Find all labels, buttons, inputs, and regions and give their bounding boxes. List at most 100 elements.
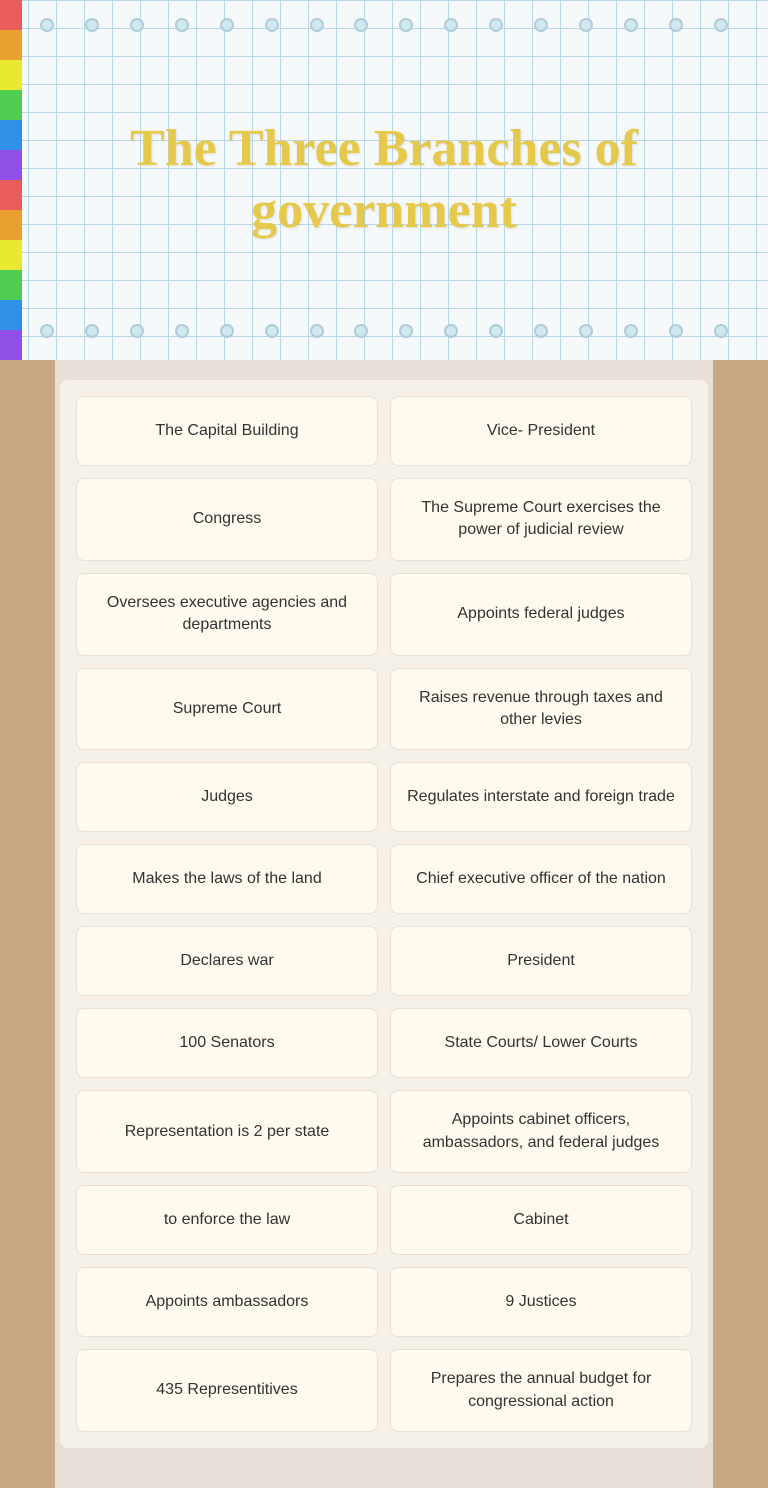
- card-text-1: The Capital Building: [155, 420, 298, 442]
- card-text-13: Declares war: [180, 950, 273, 972]
- header-dot-top: [354, 18, 368, 32]
- card-item-21[interactable]: Appoints ambassadors: [76, 1267, 378, 1337]
- card-text-2: Vice- President: [487, 420, 595, 442]
- header-dot-bottom: [85, 324, 99, 338]
- card-text-16: State Courts/ Lower Courts: [445, 1032, 638, 1054]
- header-dot-top: [624, 18, 638, 32]
- page-title: The Three Branches of government: [0, 118, 768, 243]
- card-text-6: Appoints federal judges: [457, 603, 624, 625]
- header-dot-top: [579, 18, 593, 32]
- card-text-3: Congress: [193, 508, 261, 530]
- strip-9: [0, 240, 22, 270]
- card-item-10[interactable]: Regulates interstate and foreign trade: [390, 762, 692, 832]
- header-dot-top: [40, 18, 54, 32]
- strip-8: [0, 210, 22, 240]
- card-item-6[interactable]: Appoints federal judges: [390, 573, 692, 656]
- header-dot-bottom: [130, 324, 144, 338]
- card-item-13[interactable]: Declares war: [76, 926, 378, 996]
- header-dot-top: [669, 18, 683, 32]
- header-dot-top: [444, 18, 458, 32]
- card-item-14[interactable]: President: [390, 926, 692, 996]
- header-dot-bottom: [534, 324, 548, 338]
- card-item-22[interactable]: 9 Justices: [390, 1267, 692, 1337]
- header-dot-top: [714, 18, 728, 32]
- card-text-21: Appoints ambassadors: [146, 1291, 309, 1313]
- card-text-18: Appoints cabinet officers, ambassadors, …: [407, 1109, 675, 1154]
- strip-2: [0, 30, 22, 60]
- header-dot-top: [265, 18, 279, 32]
- card-text-5: Oversees executive agencies and departme…: [93, 592, 361, 637]
- dots-bottom-row: [40, 324, 728, 338]
- header-dot-bottom: [399, 324, 413, 338]
- header-dot-bottom: [579, 324, 593, 338]
- card-item-1[interactable]: The Capital Building: [76, 396, 378, 466]
- header-dot-top: [489, 18, 503, 32]
- header-dot-bottom: [714, 324, 728, 338]
- strip-7: [0, 180, 22, 210]
- header-dot-top: [534, 18, 548, 32]
- content-section: The Capital Building Vice- President Congr…: [0, 360, 768, 1488]
- card-text-24: Prepares the annual budget for congressi…: [407, 1368, 675, 1413]
- header-dot-top: [220, 18, 234, 32]
- cork-right: [713, 360, 768, 1488]
- card-item-11[interactable]: Makes the laws of the land: [76, 844, 378, 914]
- card-item-2[interactable]: Vice- President: [390, 396, 692, 466]
- card-item-8[interactable]: Raises revenue through taxes and other l…: [390, 668, 692, 751]
- card-text-11: Makes the laws of the land: [132, 868, 321, 890]
- strip-5: [0, 120, 22, 150]
- header-dot-bottom: [354, 324, 368, 338]
- card-text-4: The Supreme Court exercises the power of…: [407, 497, 675, 542]
- card-item-23[interactable]: 435 Representitives: [76, 1349, 378, 1432]
- card-text-14: President: [507, 950, 575, 972]
- card-item-16[interactable]: State Courts/ Lower Courts: [390, 1008, 692, 1078]
- strip-4: [0, 90, 22, 120]
- header-dot-bottom: [489, 324, 503, 338]
- card-item-3[interactable]: Congress: [76, 478, 378, 561]
- card-text-15: 100 Senators: [179, 1032, 274, 1054]
- card-text-22: 9 Justices: [505, 1291, 576, 1313]
- header-dot-bottom: [624, 324, 638, 338]
- color-strips: [0, 0, 22, 360]
- header-dot-bottom: [669, 324, 683, 338]
- card-text-12: Chief executive officer of the nation: [416, 868, 666, 890]
- card-item-17[interactable]: Representation is 2 per state: [76, 1090, 378, 1173]
- card-text-17: Representation is 2 per state: [125, 1121, 330, 1143]
- card-grid: The Capital Building Vice- President Congr…: [60, 380, 708, 1448]
- header-section: The Three Branches of government: [0, 0, 768, 360]
- strip-6: [0, 150, 22, 180]
- header-dot-bottom: [175, 324, 189, 338]
- card-text-8: Raises revenue through taxes and other l…: [407, 687, 675, 732]
- strip-10: [0, 270, 22, 300]
- card-item-5[interactable]: Oversees executive agencies and departme…: [76, 573, 378, 656]
- header-dot-top: [175, 18, 189, 32]
- card-item-24[interactable]: Prepares the annual budget for congressi…: [390, 1349, 692, 1432]
- card-text-19: to enforce the law: [164, 1209, 290, 1231]
- header-dot-bottom: [40, 324, 54, 338]
- header-dot-bottom: [265, 324, 279, 338]
- header-dot-top: [399, 18, 413, 32]
- card-item-18[interactable]: Appoints cabinet officers, ambassadors, …: [390, 1090, 692, 1173]
- card-item-9[interactable]: Judges: [76, 762, 378, 832]
- strip-12: [0, 330, 22, 360]
- card-text-9: Judges: [201, 786, 253, 808]
- header-dot-bottom: [220, 324, 234, 338]
- card-text-20: Cabinet: [513, 1209, 568, 1231]
- cork-left: [0, 360, 55, 1488]
- card-text-7: Supreme Court: [173, 698, 282, 720]
- header-dot-top: [85, 18, 99, 32]
- strip-3: [0, 60, 22, 90]
- card-item-20[interactable]: Cabinet: [390, 1185, 692, 1255]
- strip-1: [0, 0, 22, 30]
- header-dot-top: [310, 18, 324, 32]
- card-text-23: 435 Representitives: [156, 1379, 297, 1401]
- strip-11: [0, 300, 22, 330]
- card-item-12[interactable]: Chief executive officer of the nation: [390, 844, 692, 914]
- header-dot-bottom: [310, 324, 324, 338]
- dots-top-row: [40, 18, 728, 32]
- card-text-10: Regulates interstate and foreign trade: [407, 786, 675, 808]
- card-item-15[interactable]: 100 Senators: [76, 1008, 378, 1078]
- header-dot-bottom: [444, 324, 458, 338]
- card-item-4[interactable]: The Supreme Court exercises the power of…: [390, 478, 692, 561]
- card-item-19[interactable]: to enforce the law: [76, 1185, 378, 1255]
- card-item-7[interactable]: Supreme Court: [76, 668, 378, 751]
